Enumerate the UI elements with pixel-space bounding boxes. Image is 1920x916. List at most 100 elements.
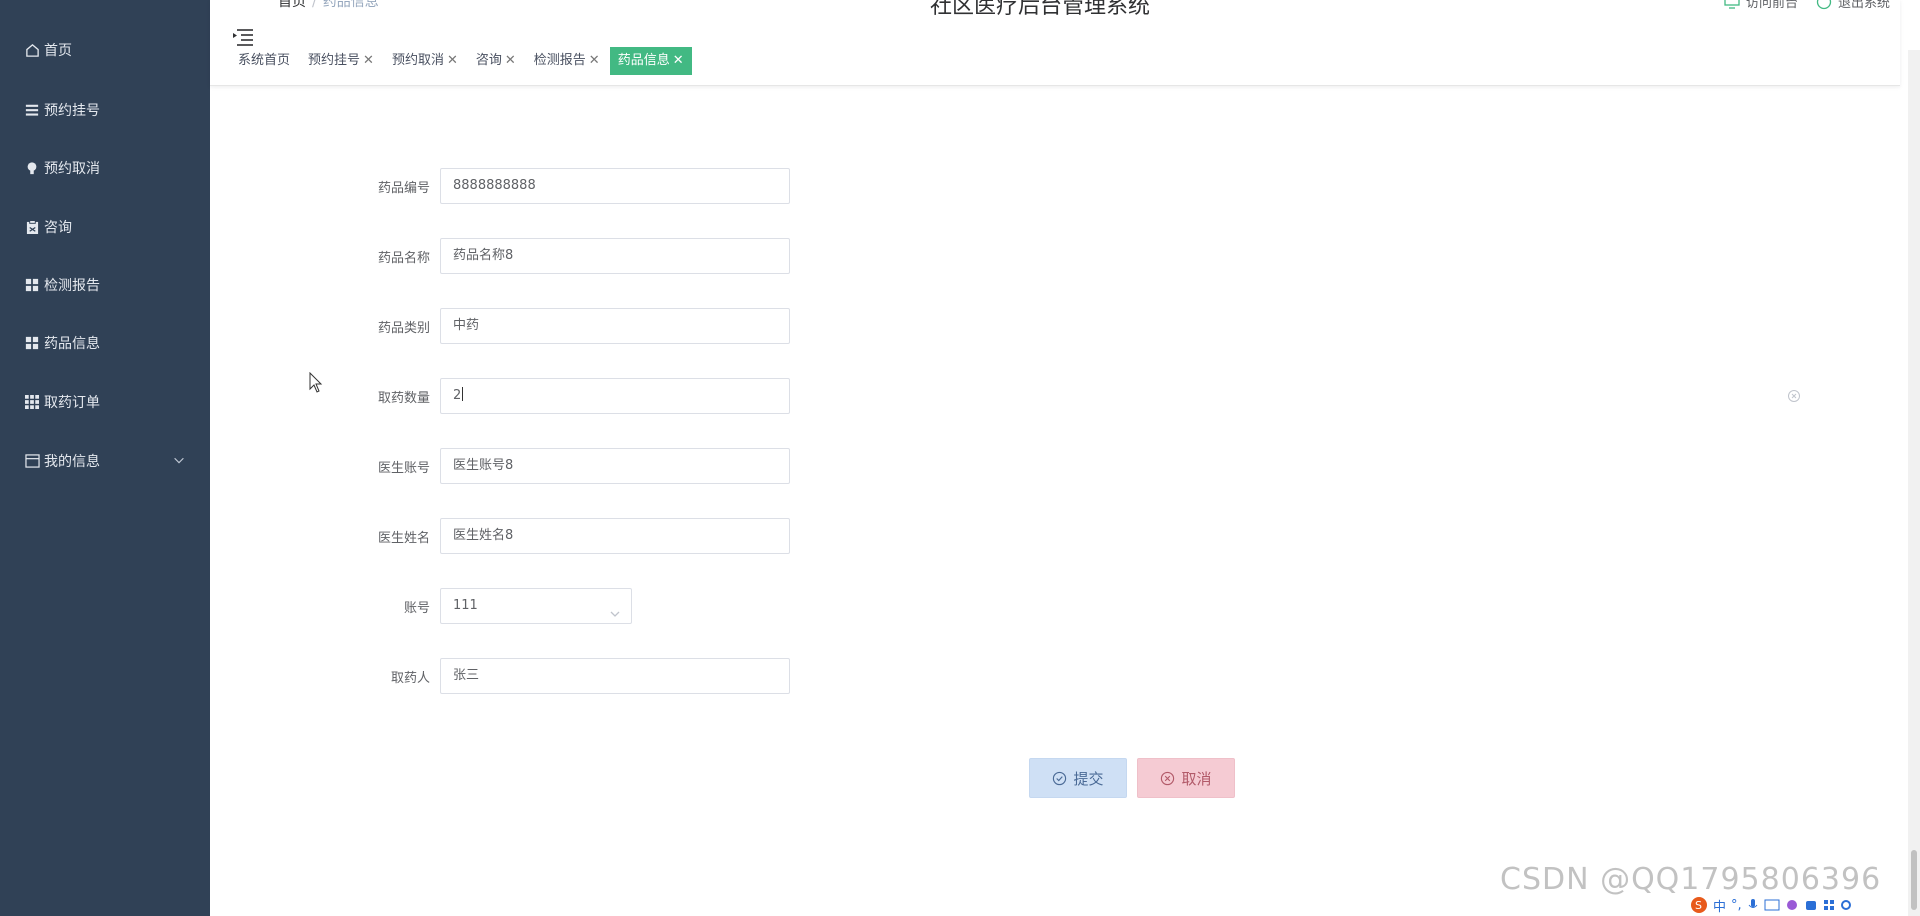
input-value: 张三 [453, 668, 480, 683]
cancel-button[interactable]: 取消 [1137, 758, 1235, 798]
ime-punct[interactable]: °, [1731, 898, 1742, 913]
tab-home[interactable]: 系统首页 [230, 47, 299, 75]
tab-report[interactable]: 检测报告 ✕ [525, 47, 608, 75]
watermark: CSDN @QQ1795806396 [1500, 862, 1882, 897]
input-value: 2 [453, 388, 462, 403]
medicine-name-input[interactable]: 药品名称8 [440, 238, 790, 274]
bulb-icon [24, 160, 40, 176]
sidebar-item-home[interactable]: 首页 [0, 30, 210, 70]
ime-mode[interactable]: 中 [1713, 896, 1726, 915]
cancel-label: 取消 [1181, 769, 1212, 788]
field-label: 取药人 [390, 670, 430, 686]
clipboard-icon [24, 219, 40, 235]
tab-label: 预约取消 [391, 53, 444, 68]
close-icon[interactable]: ✕ [673, 47, 684, 75]
form-row-doctor-account: 医生账号 医生账号8 [340, 448, 790, 484]
form-row-medicine-code: 药品编号 8888888888 [340, 168, 790, 204]
sidebar-item-appointment[interactable]: 预约挂号 [0, 90, 210, 130]
sidebar-item-report[interactable]: 检测报告 [0, 265, 210, 305]
sidebar-item-label: 预约取消 [44, 161, 100, 177]
check-circle-icon [1053, 771, 1067, 785]
input-value: 8888888888 [453, 178, 536, 193]
field-label: 账号 [403, 600, 430, 616]
monitor-icon [1724, 0, 1740, 9]
logout-link[interactable]: 退出系统 [1816, 0, 1890, 11]
tab-label: 预约挂号 [308, 53, 361, 68]
tab-appointment[interactable]: 预约挂号 ✕ [300, 47, 382, 75]
breadcrumb: 首页 / 药品信息 [278, 0, 379, 11]
tab-consult[interactable]: 咨询 ✕ [467, 47, 524, 75]
grid-icon [24, 277, 40, 293]
sidebar-item-my-info[interactable]: 我的信息 [0, 441, 210, 481]
field-label: 医生账号 [377, 460, 430, 476]
sidebar-item-label: 预约挂号 [44, 103, 100, 119]
input-value: 医生账号8 [453, 458, 514, 473]
field-label: 药品编号 [377, 180, 430, 196]
pickup-person-input[interactable]: 张三 [440, 658, 790, 694]
breadcrumb-current: 药品信息 [322, 0, 379, 10]
sidebar-item-label: 首页 [44, 43, 72, 59]
tab-appointment-cancel[interactable]: 预约取消 ✕ [383, 47, 466, 75]
keyboard-icon [1764, 899, 1780, 911]
clear-circle-icon[interactable] [1787, 389, 1801, 403]
power-icon [1816, 0, 1832, 9]
sogou-logo-icon: S [1691, 897, 1707, 913]
collapse-menu-icon[interactable] [232, 28, 254, 46]
sidebar-item-medicine[interactable]: 药品信息 [0, 323, 210, 363]
sidebar-item-consult[interactable]: 咨询 [0, 207, 210, 247]
svg-text:S: S [1695, 899, 1702, 912]
front-link-label: 访问前台 [1745, 0, 1798, 11]
form-row-medicine-category: 药品类别 中药 [340, 308, 790, 344]
sidebar-item-label: 我的信息 [44, 454, 100, 470]
tab-label: 检测报告 [533, 53, 586, 68]
breadcrumb-separator: / [312, 0, 317, 10]
field-label: 医生姓名 [377, 530, 430, 546]
tab-label: 咨询 [475, 53, 502, 68]
chevron-down-icon [609, 600, 621, 617]
sidebar-item-appointment-cancel[interactable]: 预约取消 [0, 148, 210, 188]
mouse-cursor-icon [309, 371, 323, 394]
home-icon [24, 42, 40, 58]
sidebar-item-label: 取药订单 [44, 395, 100, 411]
logout-link-label: 退出系统 [1837, 0, 1890, 11]
close-icon[interactable]: ✕ [447, 47, 458, 75]
close-icon[interactable]: ✕ [589, 47, 600, 75]
mic-icon [1748, 899, 1758, 908]
sidebar: 首页 预约挂号 预约取消 咨询 检测报告 药品信息 取药订单 我的信息 [0, 0, 210, 916]
submit-label: 提交 [1073, 769, 1104, 788]
form-row-medicine-name: 药品名称 药品名称8 [340, 238, 790, 274]
submit-button[interactable]: 提交 [1029, 758, 1127, 798]
form-row-doctor-name: 医生姓名 医生姓名8 [340, 518, 790, 554]
robot-icon [1805, 901, 1816, 910]
breadcrumb-home[interactable]: 首页 [278, 0, 306, 10]
grid9-icon [24, 394, 40, 410]
doctor-name-input[interactable]: 医生姓名8 [440, 518, 790, 554]
field-label: 取药数量 [377, 390, 430, 406]
medicine-category-input[interactable]: 中药 [440, 308, 790, 344]
skin-icon [1786, 900, 1797, 910]
input-value: 中药 [453, 318, 480, 333]
tab-label: 药品信息 [617, 53, 670, 68]
account-select[interactable]: 111 [440, 588, 632, 624]
medicine-code-input[interactable]: 8888888888 [440, 168, 790, 204]
pickup-quantity-input[interactable]: 2 [440, 378, 790, 414]
settings-icon [1840, 900, 1851, 910]
front-link[interactable]: 访问前台 [1724, 0, 1798, 11]
form-row-account: 账号 111 [340, 588, 632, 624]
tags-view: 系统首页 预约挂号 ✕ 预约取消 ✕ 咨询 ✕ 检测报告 ✕ 药品信息 ✕ [230, 47, 694, 75]
close-icon[interactable]: ✕ [363, 47, 374, 75]
top-links: 访问前台 退出系统 [1724, 0, 1890, 11]
close-icon[interactable]: ✕ [505, 47, 516, 75]
grid-icon [1823, 900, 1834, 910]
sidebar-item-pickup-order[interactable]: 取药订单 [0, 382, 210, 422]
ime-toolbar: S 中 °, [1690, 894, 1920, 916]
page-scrollbar[interactable] [1908, 50, 1920, 916]
input-value: 医生姓名8 [453, 528, 514, 543]
tab-medicine[interactable]: 药品信息 ✕ [609, 47, 692, 75]
top-navbar: 首页 / 药品信息 社区医疗后台管理系统 访问前台 退出系统 系统首页 预约挂号 ✕ … [210, 0, 1900, 86]
input-value: 药品名称8 [453, 248, 514, 263]
sidebar-item-label: 药品信息 [44, 336, 100, 352]
form-row-pickup-quantity: 取药数量 2 [340, 378, 790, 414]
doctor-account-input[interactable]: 医生账号8 [440, 448, 790, 484]
select-value: 111 [453, 598, 478, 613]
